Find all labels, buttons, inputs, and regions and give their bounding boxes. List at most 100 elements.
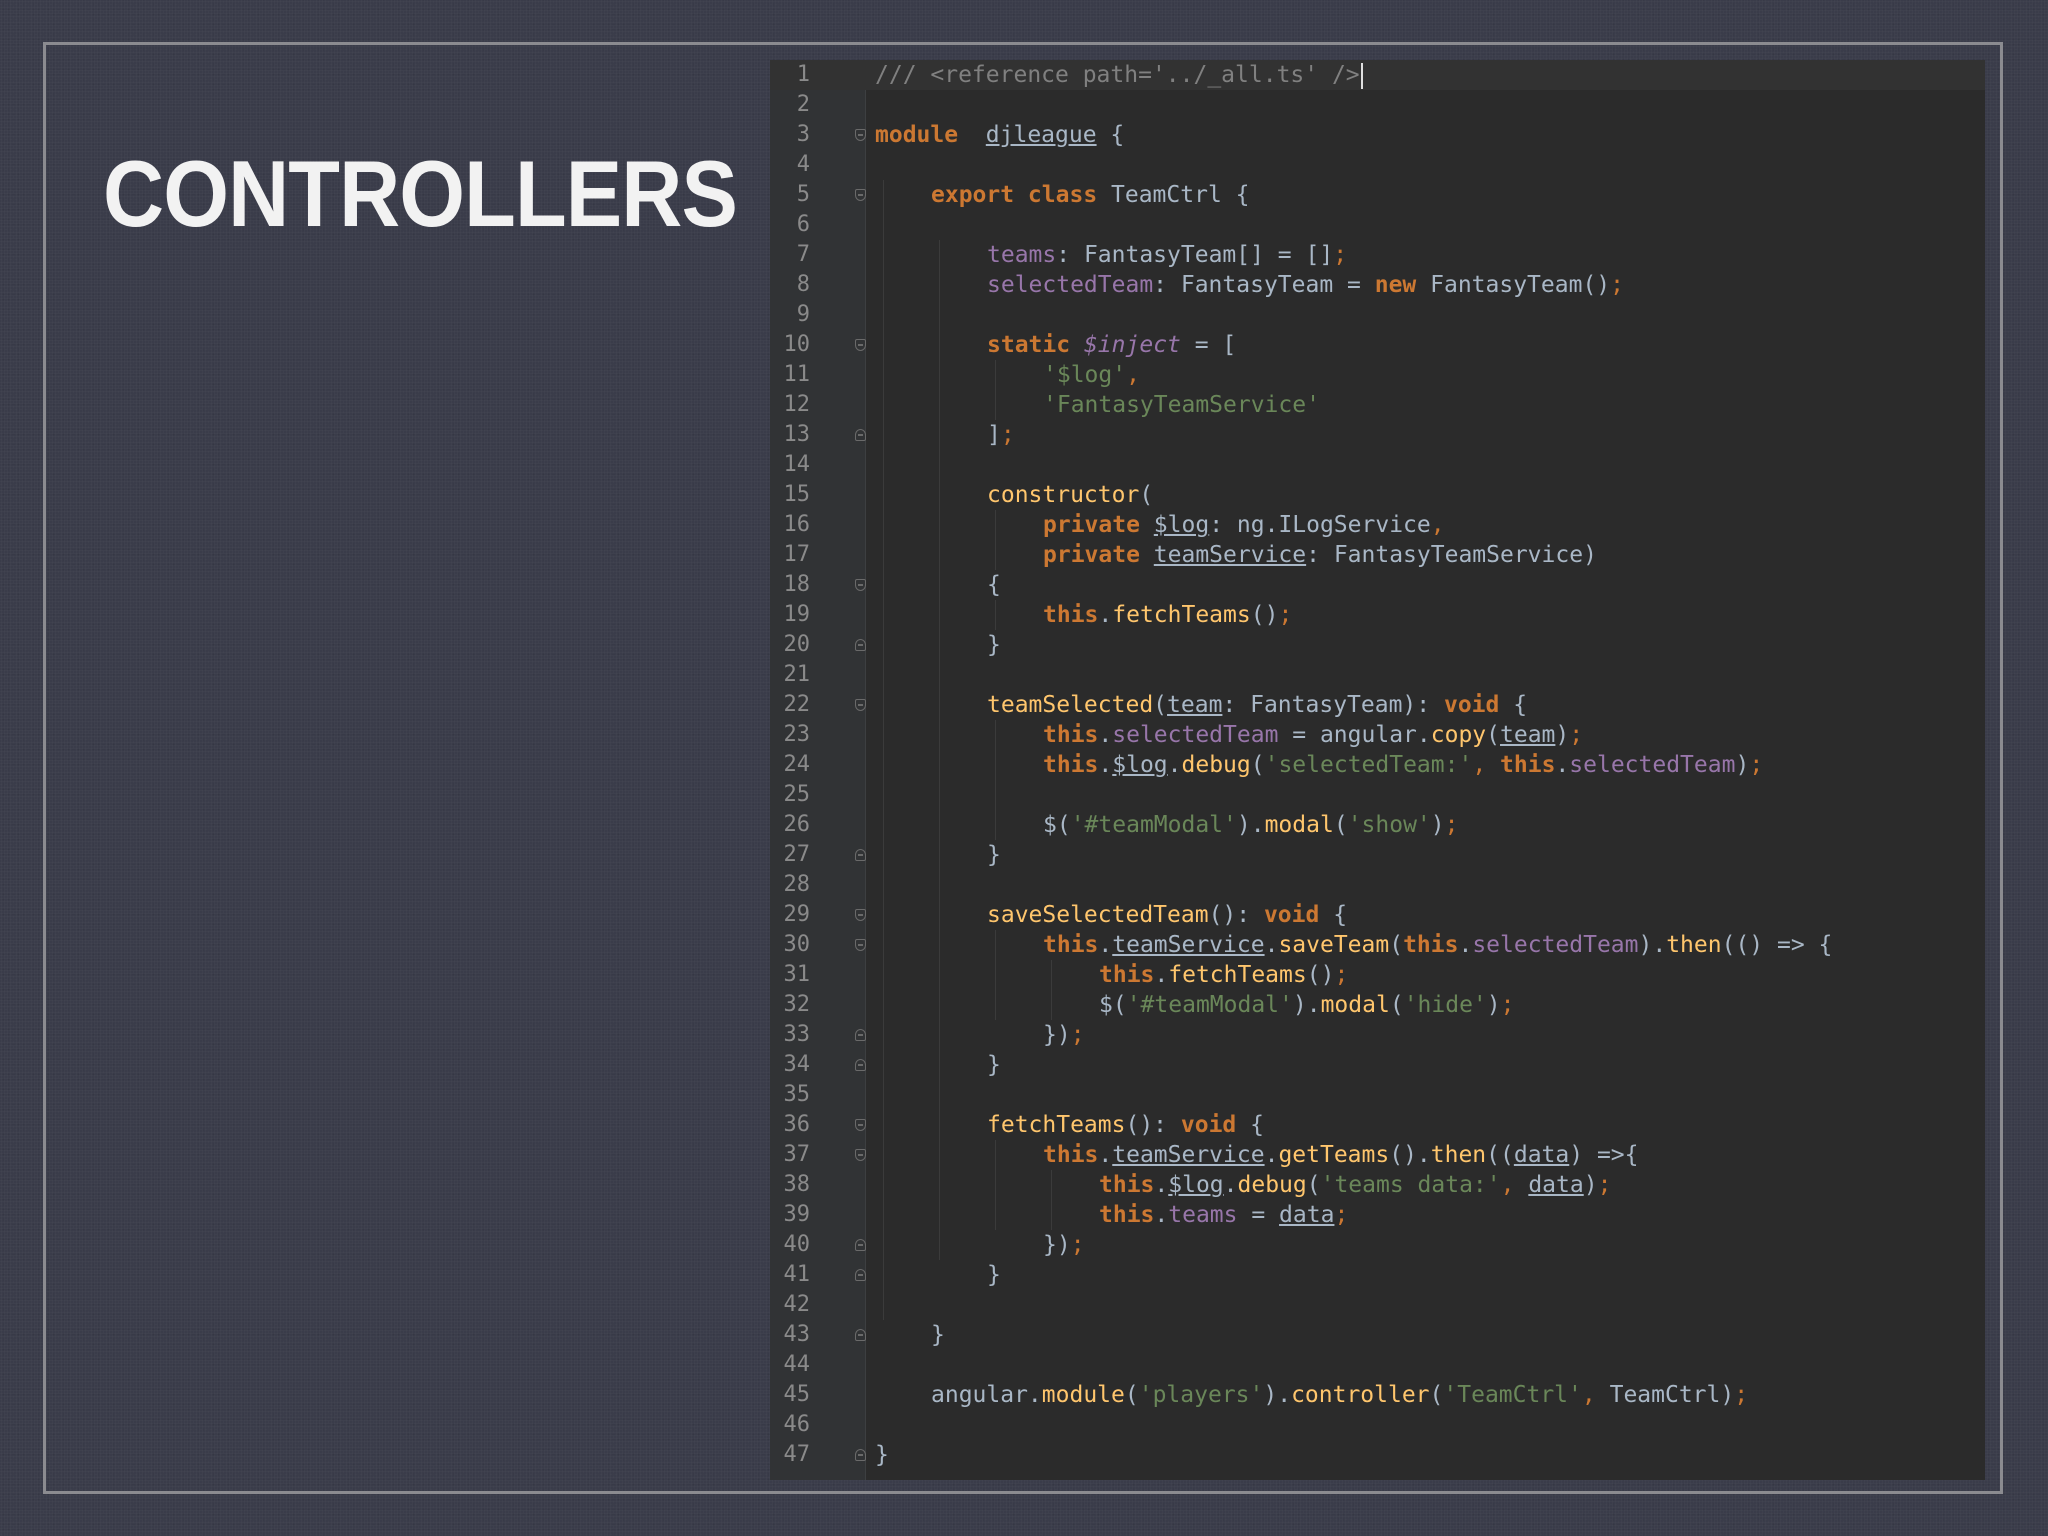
code-line[interactable]: 41} (770, 1260, 1985, 1290)
line-number: 42 (783, 1292, 811, 1317)
code-token: ). (1263, 1382, 1292, 1408)
code-line[interactable]: 30 this.teamService.saveTeam(this.selecte… (770, 930, 1985, 960)
fold-start-icon[interactable] (855, 579, 866, 591)
code-token: this (1043, 602, 1099, 628)
fold-end-icon[interactable] (855, 1059, 866, 1071)
code-line[interactable]: 2 (770, 90, 1985, 120)
code-token: TeamCtrl) (1609, 1382, 1735, 1408)
code-line[interactable]: 15 constructor( (770, 480, 1985, 510)
code-line[interactable]: 16 private $log: ng.ILogService, (770, 510, 1985, 540)
code-line[interactable]: 22 teamSelected(team: FantasyTeam): void … (770, 690, 1985, 720)
code-token: ; (1500, 992, 1515, 1018)
code-token: controller (1291, 1382, 1430, 1408)
fold-start-icon[interactable] (855, 1149, 866, 1161)
code-line[interactable]: 27} (770, 840, 1985, 870)
line-number: 25 (783, 782, 811, 807)
code-line[interactable]: 33}); (770, 1020, 1985, 1050)
line-code: } (987, 1050, 1001, 1080)
code-line[interactable]: 8 selectedTeam: FantasyTeam = new Fantasy… (770, 270, 1985, 300)
fold-start-icon[interactable] (855, 1119, 866, 1131)
fold-start-icon[interactable] (855, 699, 866, 711)
line-code: this.$log.debug('teams data:', data); (1099, 1170, 1611, 1200)
fold-start-icon[interactable] (855, 129, 866, 141)
code-line[interactable]: 9 (770, 300, 1985, 330)
code-line[interactable]: 21 (770, 660, 1985, 690)
code-line[interactable]: 4 (770, 150, 1985, 180)
fold-start-icon[interactable] (855, 909, 866, 921)
code-token: ; (1749, 752, 1764, 778)
fold-end-icon[interactable] (855, 1329, 866, 1341)
code-token: ; (1070, 1022, 1085, 1048)
code-token: new (1374, 272, 1417, 298)
line-number: 9 (796, 302, 810, 327)
code-line[interactable]: 43} (770, 1320, 1985, 1350)
code-token: '$log' (1043, 362, 1127, 388)
code-line[interactable]: 26 $('#teamModal').modal('show'); (770, 810, 1985, 840)
code-line[interactable]: 5 export class TeamCtrl { (770, 180, 1985, 210)
fold-end-icon[interactable] (855, 1269, 866, 1281)
code-line[interactable]: 3 module djleague { (770, 120, 1985, 150)
code-line[interactable]: 12 'FantasyTeamService' (770, 390, 1985, 420)
code-token: { (1499, 692, 1528, 718)
code-line[interactable]: 25 (770, 780, 1985, 810)
code-token: debug (1237, 1172, 1307, 1198)
code-line[interactable]: 42 (770, 1290, 1985, 1320)
code-line[interactable]: 37 this.teamService.getTeams().then((data… (770, 1140, 1985, 1170)
line-code: this.teamService.getTeams().then((data) … (1043, 1140, 1639, 1170)
code-line[interactable]: 34} (770, 1050, 1985, 1080)
fold-start-icon[interactable] (855, 189, 866, 201)
code-token: ) (1583, 1172, 1598, 1198)
fold-start-icon[interactable] (855, 339, 866, 351)
code-line[interactable]: 40}); (770, 1230, 1985, 1260)
fold-start-icon[interactable] (855, 939, 866, 951)
fold-end-icon[interactable] (855, 849, 866, 861)
code-line[interactable]: 39 this.teams = data; (770, 1200, 1985, 1230)
code-token: ( (1124, 1382, 1139, 1408)
code-line[interactable]: 19 this.fetchTeams(); (770, 600, 1985, 630)
code-line[interactable]: 29 saveSelectedTeam(): void { (770, 900, 1985, 930)
code-line[interactable]: 10 static $inject = [ (770, 330, 1985, 360)
fold-end-icon[interactable] (855, 1029, 866, 1041)
code-line[interactable]: 47} (770, 1440, 1985, 1470)
code-token: ; (1610, 272, 1625, 298)
fold-end-icon[interactable] (855, 1449, 866, 1461)
code-line[interactable]: 23 this.selectedTeam = angular.copy(team)… (770, 720, 1985, 750)
code-token: . (1098, 1142, 1113, 1168)
code-line[interactable]: 36 fetchTeams(): void { (770, 1110, 1985, 1140)
code-line[interactable]: 7 teams: FantasyTeam[] = []; (770, 240, 1985, 270)
code-token: team (1167, 692, 1223, 718)
code-line[interactable]: 28 (770, 870, 1985, 900)
code-line[interactable]: 11 '$log', (770, 360, 1985, 390)
code-line[interactable]: 6 (770, 210, 1985, 240)
code-token: saveSelectedTeam (987, 902, 1209, 928)
code-token: this (1099, 1172, 1155, 1198)
code-line[interactable]: 14 (770, 450, 1985, 480)
code-token: , (1430, 512, 1445, 538)
code-token: } (987, 632, 1001, 658)
code-token: : FantasyTeam = (1153, 272, 1375, 298)
code-editor[interactable]: 1/// <reference path='../_all.ts' /> 2 3 mo… (770, 60, 1985, 1480)
code-token: : FantasyTeam): (1222, 692, 1444, 718)
code-line[interactable]: 24 this.$log.debug('selectedTeam:', this.… (770, 750, 1985, 780)
code-line[interactable]: 17 private teamService: FantasyTeamServic… (770, 540, 1985, 570)
fold-end-icon[interactable] (855, 639, 866, 651)
code-token: this (1043, 1142, 1099, 1168)
code-token: $log (1168, 1172, 1224, 1198)
code-line[interactable]: 45 angular.module('players').controller('… (770, 1380, 1985, 1410)
code-line[interactable]: 35 (770, 1080, 1985, 1110)
code-line[interactable]: 38 this.$log.debug('teams data:', data); (770, 1170, 1985, 1200)
code-token: constructor (987, 482, 1140, 508)
code-line[interactable]: 13]; (770, 420, 1985, 450)
fold-end-icon[interactable] (855, 1239, 866, 1251)
line-number: 38 (783, 1172, 811, 1197)
line-number: 47 (783, 1442, 811, 1467)
fold-end-icon[interactable] (855, 429, 866, 441)
code-line[interactable]: 18 { (770, 570, 1985, 600)
code-line[interactable]: 1 /// <reference path='../_all.ts' /> (770, 60, 1985, 90)
code-line[interactable]: 46 (770, 1410, 1985, 1440)
line-number: 46 (783, 1412, 811, 1437)
code-line[interactable]: 31 this.fetchTeams(); (770, 960, 1985, 990)
code-line[interactable]: 20} (770, 630, 1985, 660)
code-line[interactable]: 32 $('#teamModal').modal('hide'); (770, 990, 1985, 1020)
code-line[interactable]: 44 (770, 1350, 1985, 1380)
